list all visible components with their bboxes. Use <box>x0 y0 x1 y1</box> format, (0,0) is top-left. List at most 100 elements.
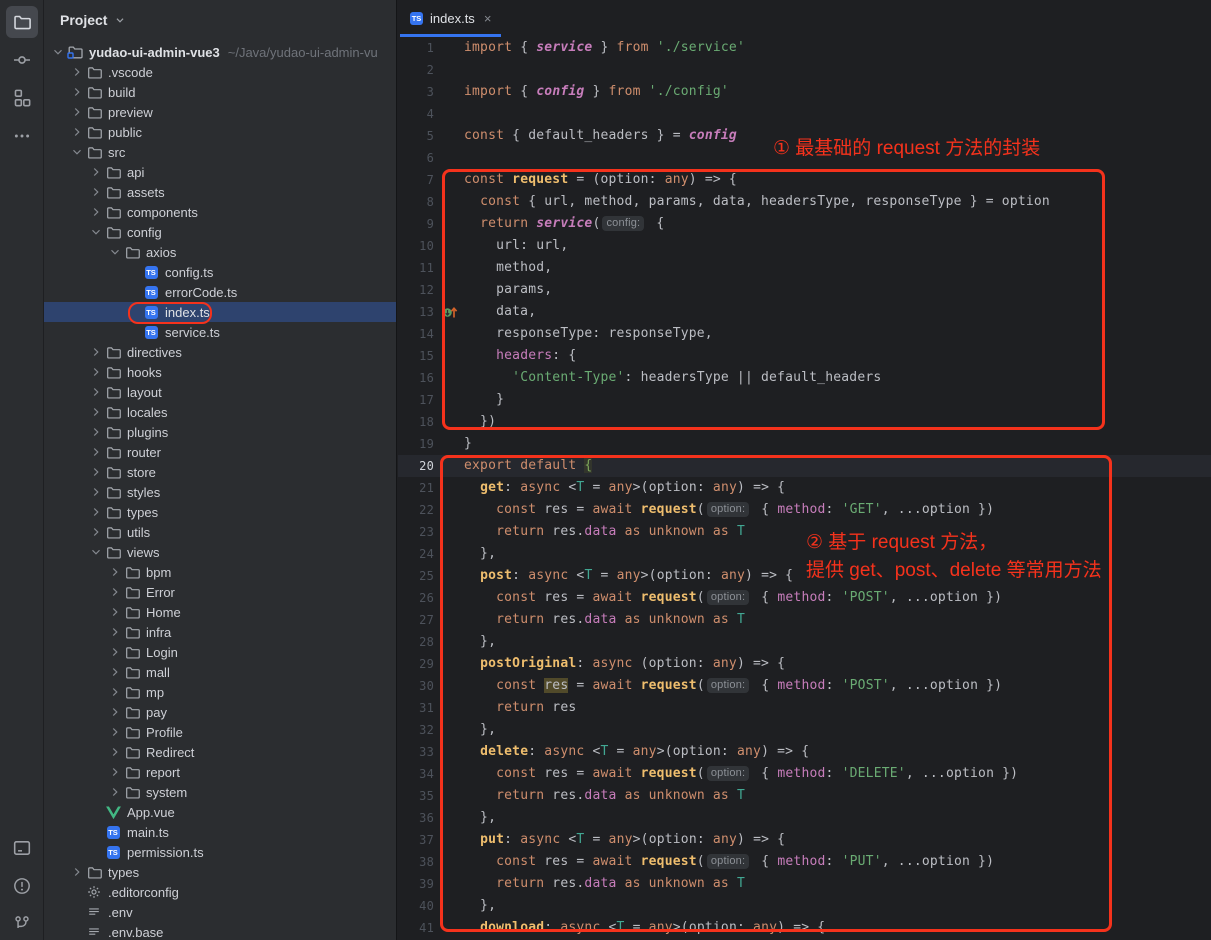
line-number[interactable]: 32 <box>398 719 436 741</box>
line-number[interactable]: 7 <box>398 169 436 191</box>
code-line-21[interactable]: 21 get: async <T = any>(option: any) => … <box>398 477 1211 499</box>
line-number[interactable]: 21 <box>398 477 436 499</box>
line-number[interactable]: 3 <box>398 81 436 103</box>
chevron-right-icon[interactable] <box>107 744 123 760</box>
line-number[interactable]: 10 <box>398 235 436 257</box>
code-line-25[interactable]: 25 post: async <T = any>(option: any) =>… <box>398 565 1211 587</box>
code-line-11[interactable]: 11 method, <box>398 257 1211 279</box>
chevron-right-icon[interactable] <box>88 404 104 420</box>
project-tool-button[interactable] <box>6 6 38 38</box>
code-line-10[interactable]: 10 url: url, <box>398 235 1211 257</box>
tree-item-directives[interactable]: directives <box>44 342 397 362</box>
tree-item-preview[interactable]: preview <box>44 102 397 122</box>
tab-index-ts[interactable]: TS index.ts × <box>400 0 501 37</box>
structure-tool-button[interactable] <box>6 82 38 114</box>
tree-item-store[interactable]: store <box>44 462 397 482</box>
code-line-26[interactable]: 26 const res = await request(option: { m… <box>398 587 1211 609</box>
line-number[interactable]: 16 <box>398 367 436 389</box>
line-number[interactable]: 27 <box>398 609 436 631</box>
code-line-22[interactable]: 22 const res = await request(option: { m… <box>398 499 1211 521</box>
tree-item-permission-ts[interactable]: TSpermission.ts <box>44 842 397 862</box>
line-number[interactable]: 9 <box>398 213 436 235</box>
line-number[interactable]: 29 <box>398 653 436 675</box>
code-line-7[interactable]: 7const request = (option: any) => { <box>398 169 1211 191</box>
line-number[interactable]: 8 <box>398 191 436 213</box>
line-number[interactable]: 34 <box>398 763 436 785</box>
tree-item-main-ts[interactable]: TSmain.ts <box>44 822 397 842</box>
code-line-2[interactable]: 2 <box>398 59 1211 81</box>
code-line-8[interactable]: 8 const { url, method, params, data, hea… <box>398 191 1211 213</box>
tree-item-yudao-ui-admin-vue3[interactable]: yudao-ui-admin-vue3~/Java/yudao-ui-admin… <box>44 42 397 62</box>
chevron-down-icon[interactable] <box>107 244 123 260</box>
line-number[interactable]: 28 <box>398 631 436 653</box>
tree-item-app-vue[interactable]: App.vue <box>44 802 397 822</box>
code-line-6[interactable]: 6 <box>398 147 1211 169</box>
tree-item-layout[interactable]: layout <box>44 382 397 402</box>
tree-item-utils[interactable]: utils <box>44 522 397 542</box>
line-number[interactable]: 12 <box>398 279 436 301</box>
chevron-right-icon[interactable] <box>88 344 104 360</box>
chevron-right-icon[interactable] <box>107 704 123 720</box>
code-line-16[interactable]: 16 'Content-Type': headersType || defaul… <box>398 367 1211 389</box>
chevron-right-icon[interactable] <box>107 564 123 580</box>
tree-item-types[interactable]: types <box>44 862 397 882</box>
code-line-19[interactable]: 19} <box>398 433 1211 455</box>
line-number[interactable]: 23 <box>398 521 436 543</box>
tree-item--vscode[interactable]: .vscode <box>44 62 397 82</box>
code-line-31[interactable]: 31 return res <box>398 697 1211 719</box>
code-line-27[interactable]: 27 return res.data as unknown as T <box>398 609 1211 631</box>
line-number[interactable]: 41 <box>398 917 436 939</box>
tree-item-api[interactable]: api <box>44 162 397 182</box>
line-number[interactable]: 37 <box>398 829 436 851</box>
tree-item-router[interactable]: router <box>44 442 397 462</box>
chevron-right-icon[interactable] <box>88 484 104 500</box>
line-number[interactable]: 1 <box>398 37 436 59</box>
code-line-15[interactable]: 15 headers: { <box>398 345 1211 367</box>
code-line-20[interactable]: 20export default { <box>398 455 1211 477</box>
code-line-35[interactable]: 35 return res.data as unknown as T <box>398 785 1211 807</box>
chevron-right-icon[interactable] <box>107 644 123 660</box>
more-tools-button[interactable] <box>6 120 38 152</box>
chevron-right-icon[interactable] <box>107 624 123 640</box>
tree-item-plugins[interactable]: plugins <box>44 422 397 442</box>
chevron-down-icon[interactable] <box>69 144 85 160</box>
line-number[interactable]: 13 <box>398 301 436 323</box>
line-number[interactable]: 18 <box>398 411 436 433</box>
tree-item-assets[interactable]: assets <box>44 182 397 202</box>
chevron-right-icon[interactable] <box>107 724 123 740</box>
line-number[interactable]: 17 <box>398 389 436 411</box>
tree-item-locales[interactable]: locales <box>44 402 397 422</box>
chevron-right-icon[interactable] <box>107 584 123 600</box>
gutter-navigate-icon[interactable] <box>436 301 464 323</box>
line-number[interactable]: 22 <box>398 499 436 521</box>
tree-item-src[interactable]: src <box>44 142 397 162</box>
chevron-right-icon[interactable] <box>69 84 85 100</box>
tree-item-views[interactable]: views <box>44 542 397 562</box>
chevron-right-icon[interactable] <box>88 424 104 440</box>
line-number[interactable]: 35 <box>398 785 436 807</box>
chevron-down-icon[interactable] <box>50 44 66 60</box>
vcs-tool-button[interactable] <box>6 908 38 940</box>
line-number[interactable]: 6 <box>398 147 436 169</box>
tree-item-error[interactable]: Error <box>44 582 397 602</box>
code-line-1[interactable]: 1import { service } from './service' <box>398 37 1211 59</box>
chevron-right-icon[interactable] <box>88 384 104 400</box>
tree-item-bpm[interactable]: bpm <box>44 562 397 582</box>
tree-item-home[interactable]: Home <box>44 602 397 622</box>
tree-item-redirect[interactable]: Redirect <box>44 742 397 762</box>
tree-item--env-base[interactable]: .env.base <box>44 922 397 940</box>
line-number[interactable]: 38 <box>398 851 436 873</box>
code-line-5[interactable]: 5const { default_headers } = config <box>398 125 1211 147</box>
code-line-3[interactable]: 3import { config } from './config' <box>398 81 1211 103</box>
line-number[interactable]: 19 <box>398 433 436 455</box>
code-line-12[interactable]: 12 params, <box>398 279 1211 301</box>
line-number[interactable]: 26 <box>398 587 436 609</box>
tree-item-index-ts[interactable]: TSindex.ts <box>44 302 397 322</box>
tree-item-styles[interactable]: styles <box>44 482 397 502</box>
tree-item-build[interactable]: build <box>44 82 397 102</box>
tree-item-mp[interactable]: mp <box>44 682 397 702</box>
chevron-right-icon[interactable] <box>107 784 123 800</box>
tree-item-report[interactable]: report <box>44 762 397 782</box>
chevron-right-icon[interactable] <box>88 364 104 380</box>
chevron-right-icon[interactable] <box>107 764 123 780</box>
